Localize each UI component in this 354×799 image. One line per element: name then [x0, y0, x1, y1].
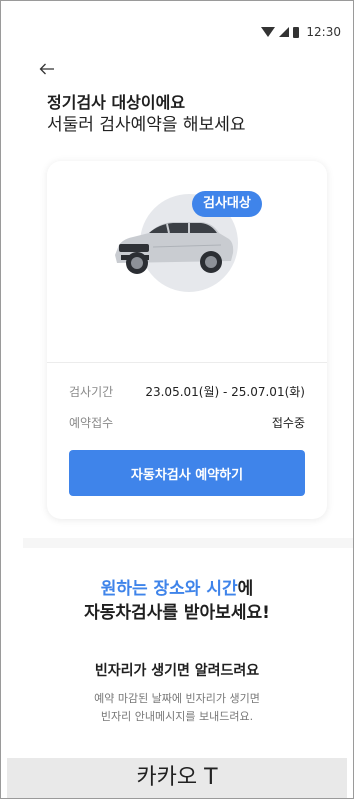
- reception-label: 예약접수: [69, 416, 114, 430]
- reserve-inspection-button[interactable]: 자동차검사 예약하기: [69, 450, 305, 496]
- reception-value: 접수중: [271, 416, 305, 430]
- car-image: [115, 222, 234, 274]
- card-divider: [47, 362, 327, 363]
- reception-row: 예약접수 접수중: [69, 414, 305, 431]
- notify-desc-line1: 예약 마감된 날짜에 빈자리가 생기면: [94, 692, 260, 705]
- notify-description: 예약 마감된 날짜에 빈자리가 생기면 빈자리 안내메시지를 보내드려요.: [1, 690, 353, 726]
- status-icons: 12:30: [261, 25, 341, 39]
- period-label: 검사기간: [69, 385, 114, 399]
- notify-title: 빈자리가 생기면 알려드려요: [94, 663, 260, 679]
- app-screen: 12:30 정기검사 대상이에요 서둘러 검사예약을 해보세요 검사대상 검사기…: [0, 0, 354, 799]
- signal-icon: [279, 27, 290, 37]
- promo-title: 원하는 장소와 시간에 자동차검사를 받아보세요!: [1, 577, 353, 625]
- headline: 정기검사 대상이에요 서둘러 검사예약을 해보세요: [47, 93, 246, 136]
- section-divider: [23, 538, 353, 548]
- promo-title-rest: 에: [237, 579, 254, 599]
- notify-desc-line2: 빈자리 안내메시지를 보내드려요.: [100, 710, 254, 723]
- wifi-icon: [261, 27, 276, 37]
- headline-title: 정기검사 대상이에요: [47, 93, 186, 112]
- inspection-period-row: 검사기간 23.05.01(월) - 25.07.01(화): [69, 383, 305, 400]
- battery-icon: [293, 26, 300, 38]
- promo-highlight: 원하는 장소와 시간: [100, 579, 238, 599]
- inspection-target-badge: 검사대상: [192, 191, 262, 217]
- headline-subtitle: 서둘러 검사예약을 해보세요: [47, 115, 246, 135]
- inspection-card: 검사대상 검사기간 23.05.01(월) - 25.07.01(화) 예약접수…: [47, 161, 327, 519]
- period-value: 23.05.01(월) - 25.07.01(화): [145, 385, 305, 399]
- status-bar: 12:30: [1, 1, 353, 41]
- back-button[interactable]: [35, 57, 59, 81]
- promo-title-line2: 자동차검사를 받아보세요!: [84, 603, 270, 623]
- status-time: 12:30: [306, 25, 341, 39]
- arrow-left-icon: [39, 63, 54, 75]
- app-name-footer: 카카오 T: [7, 758, 347, 798]
